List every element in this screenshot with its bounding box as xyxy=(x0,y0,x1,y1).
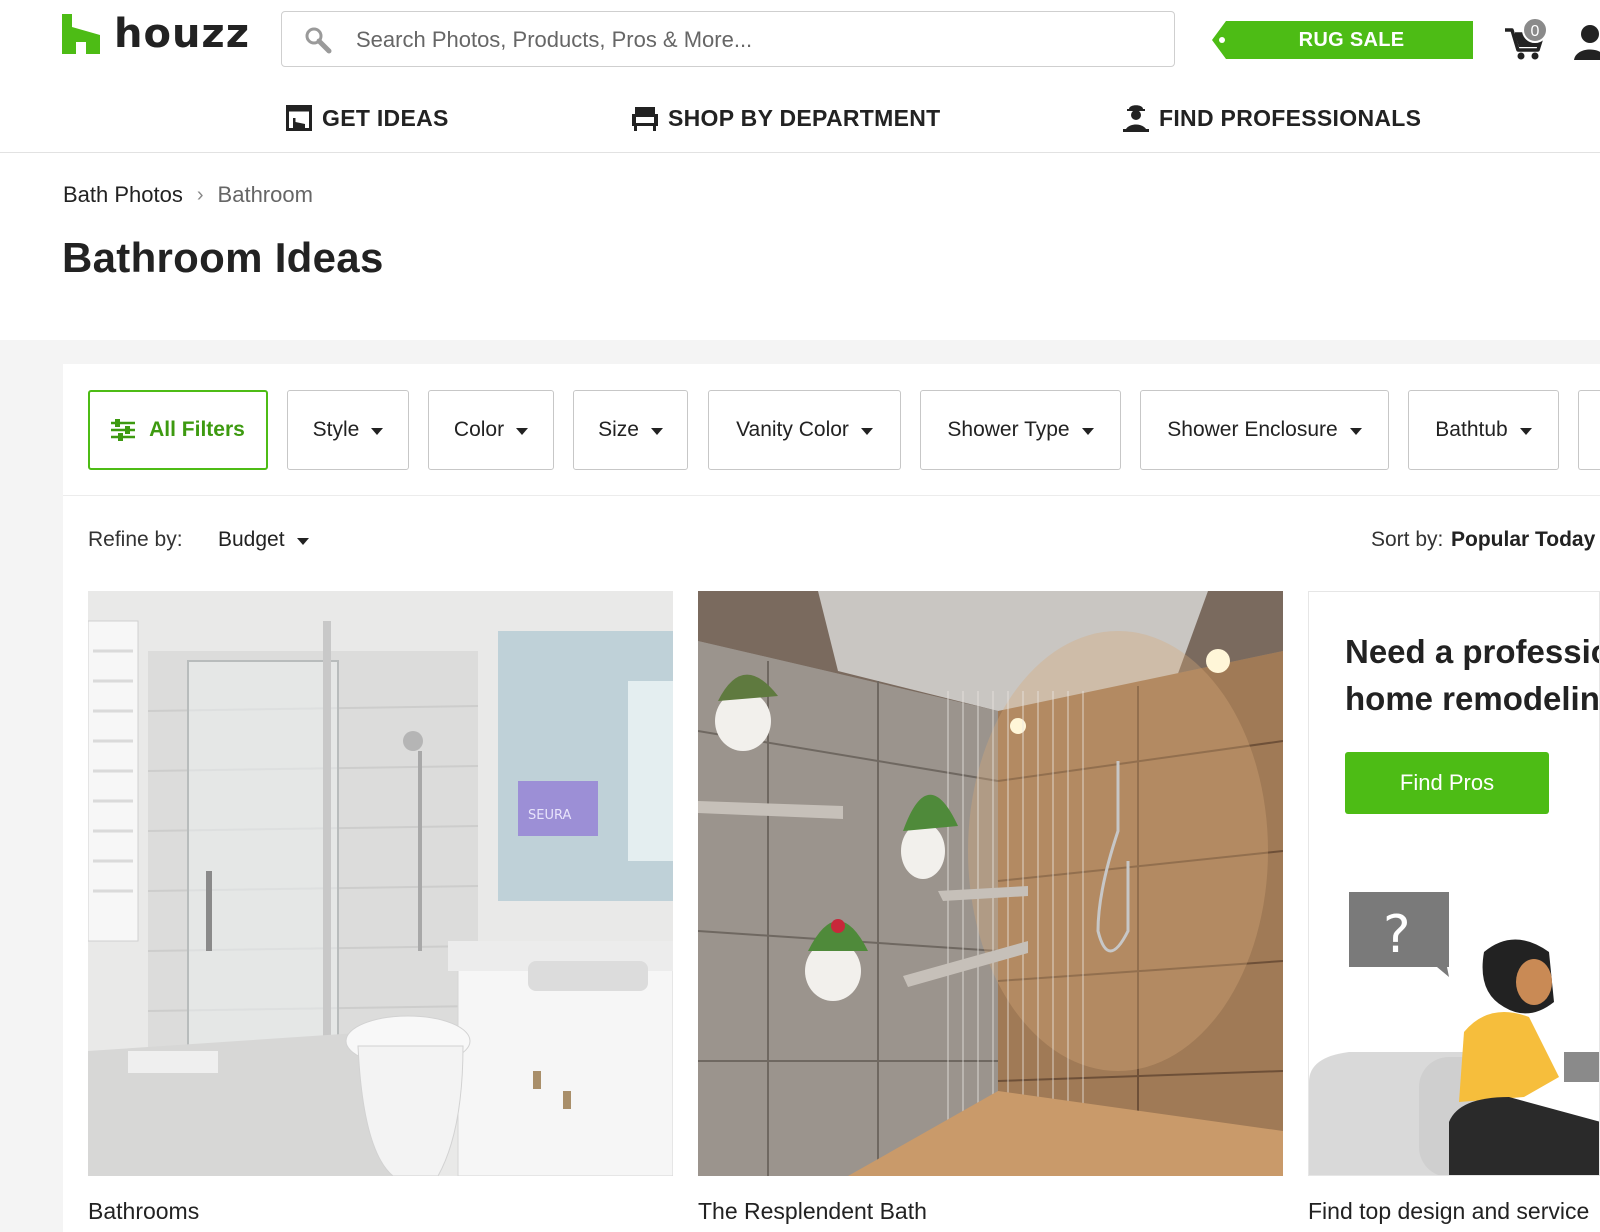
filter-color-label: Color xyxy=(453,418,505,441)
logo-text: houzz xyxy=(114,11,250,57)
promo-caption[interactable]: Find top design and service xyxy=(1308,1198,1589,1225)
find-pros-button[interactable]: Find Pros xyxy=(1345,752,1549,814)
caret-down-icon xyxy=(860,427,873,435)
shower-photo-image xyxy=(698,591,1283,1176)
filter-size-dropdown[interactable]: Size xyxy=(573,390,688,470)
caret-down-icon xyxy=(1081,427,1094,435)
filter-vanity-color-dropdown[interactable]: Vanity Color xyxy=(708,390,901,470)
card-caption-bathrooms[interactable]: Bathrooms xyxy=(88,1198,199,1225)
filter-shower-enclosure-label: Shower Enclosure xyxy=(1167,418,1338,441)
houzz-logo[interactable]: houzz xyxy=(62,12,250,56)
person-with-question-illustration: ? xyxy=(1309,892,1599,1175)
filter-shower-enclosure-dropdown[interactable]: Shower Enclosure xyxy=(1140,390,1389,470)
sort-by-label: Sort by: xyxy=(1371,528,1444,551)
nav-get-ideas-label: GET IDEAS xyxy=(322,104,449,131)
rug-sale-label: RUG SALE xyxy=(1298,29,1405,51)
caret-down-icon xyxy=(371,427,384,435)
caret-down-icon xyxy=(1349,427,1362,435)
professional-person-icon xyxy=(1123,105,1149,132)
sort-dropdown[interactable]: Popular Today xyxy=(1451,528,1595,552)
bathroom-photo-image: SEURA xyxy=(88,591,673,1176)
filter-bar-divider xyxy=(63,495,1600,496)
photo-card-resplendent-bath[interactable] xyxy=(698,591,1283,1176)
caret-down-icon xyxy=(1519,427,1532,435)
houzz-logo-icon xyxy=(62,14,100,54)
budget-label: Budget xyxy=(218,528,285,551)
promo-headline: Need a professional home remodeling xyxy=(1345,628,1600,722)
photo-card-bathrooms[interactable]: SEURA xyxy=(88,591,673,1176)
nav-shop-by-department[interactable]: SHOP BY DEPARTMENT xyxy=(632,98,941,138)
filter-style-dropdown[interactable]: Style xyxy=(287,390,409,470)
breadcrumb-current: Bathroom xyxy=(217,182,313,207)
caret-down-icon xyxy=(516,427,529,435)
nav-get-ideas[interactable]: GET IDEAS xyxy=(286,98,449,138)
nav-find-professionals[interactable]: FIND PROFESSIONALS xyxy=(1123,98,1421,138)
armchair-icon xyxy=(632,107,658,131)
caret-down-icon xyxy=(296,537,309,545)
nav-shop-by-department-label: SHOP BY DEPARTMENT xyxy=(668,104,941,131)
search-input[interactable] xyxy=(354,12,1138,68)
page-title: Bathroom Ideas xyxy=(62,234,384,281)
all-filters-label: All Filters xyxy=(149,418,245,441)
nav-find-professionals-label: FIND PROFESSIONALS xyxy=(1159,104,1422,131)
cart-count-badge: 0 xyxy=(1522,17,1548,43)
user-account-icon[interactable] xyxy=(1574,24,1600,60)
filter-shower-type-dropdown[interactable]: Shower Type xyxy=(920,390,1121,470)
promo-headline-line-1: Need a professional xyxy=(1345,633,1599,670)
chevron-right-icon: › xyxy=(196,183,204,206)
nav-divider xyxy=(0,152,1600,153)
card-caption-resplendent-bath[interactable]: The Resplendent Bath xyxy=(698,1198,927,1225)
budget-dropdown[interactable]: Budget xyxy=(218,528,309,552)
filter-bathtub-label: Bathtub xyxy=(1435,418,1508,441)
rug-sale-tag[interactable]: RUG SALE xyxy=(1212,21,1473,59)
filter-size-label: Size xyxy=(598,418,639,441)
search-box[interactable] xyxy=(281,11,1175,68)
filter-vanity-color-label: Vanity Color xyxy=(736,418,849,441)
caret-down-icon xyxy=(650,427,663,435)
filter-color-dropdown[interactable]: Color xyxy=(428,390,554,470)
svg-text:?: ? xyxy=(1383,905,1411,965)
refine-by-label: Refine by: xyxy=(88,528,183,551)
all-filters-button[interactable]: All Filters xyxy=(88,390,268,470)
search-icon xyxy=(305,27,332,54)
filter-more-dropdown[interactable] xyxy=(1578,390,1600,470)
find-pros-promo-card: Need a professional home remodeling Find… xyxy=(1308,591,1600,1176)
promo-headline-line-2: home remodeling xyxy=(1345,680,1600,717)
photo-overlay-text: SEURA xyxy=(528,808,571,823)
filter-bathtub-dropdown[interactable]: Bathtub xyxy=(1408,390,1559,470)
sliders-icon xyxy=(111,419,136,441)
photo-frame-icon xyxy=(286,105,312,131)
filter-style-label: Style xyxy=(312,418,360,441)
filter-shower-type-label: Shower Type xyxy=(947,418,1070,441)
breadcrumb: Bath Photos › Bathroom xyxy=(63,180,313,210)
breadcrumb-link-bath-photos[interactable]: Bath Photos xyxy=(63,182,183,208)
